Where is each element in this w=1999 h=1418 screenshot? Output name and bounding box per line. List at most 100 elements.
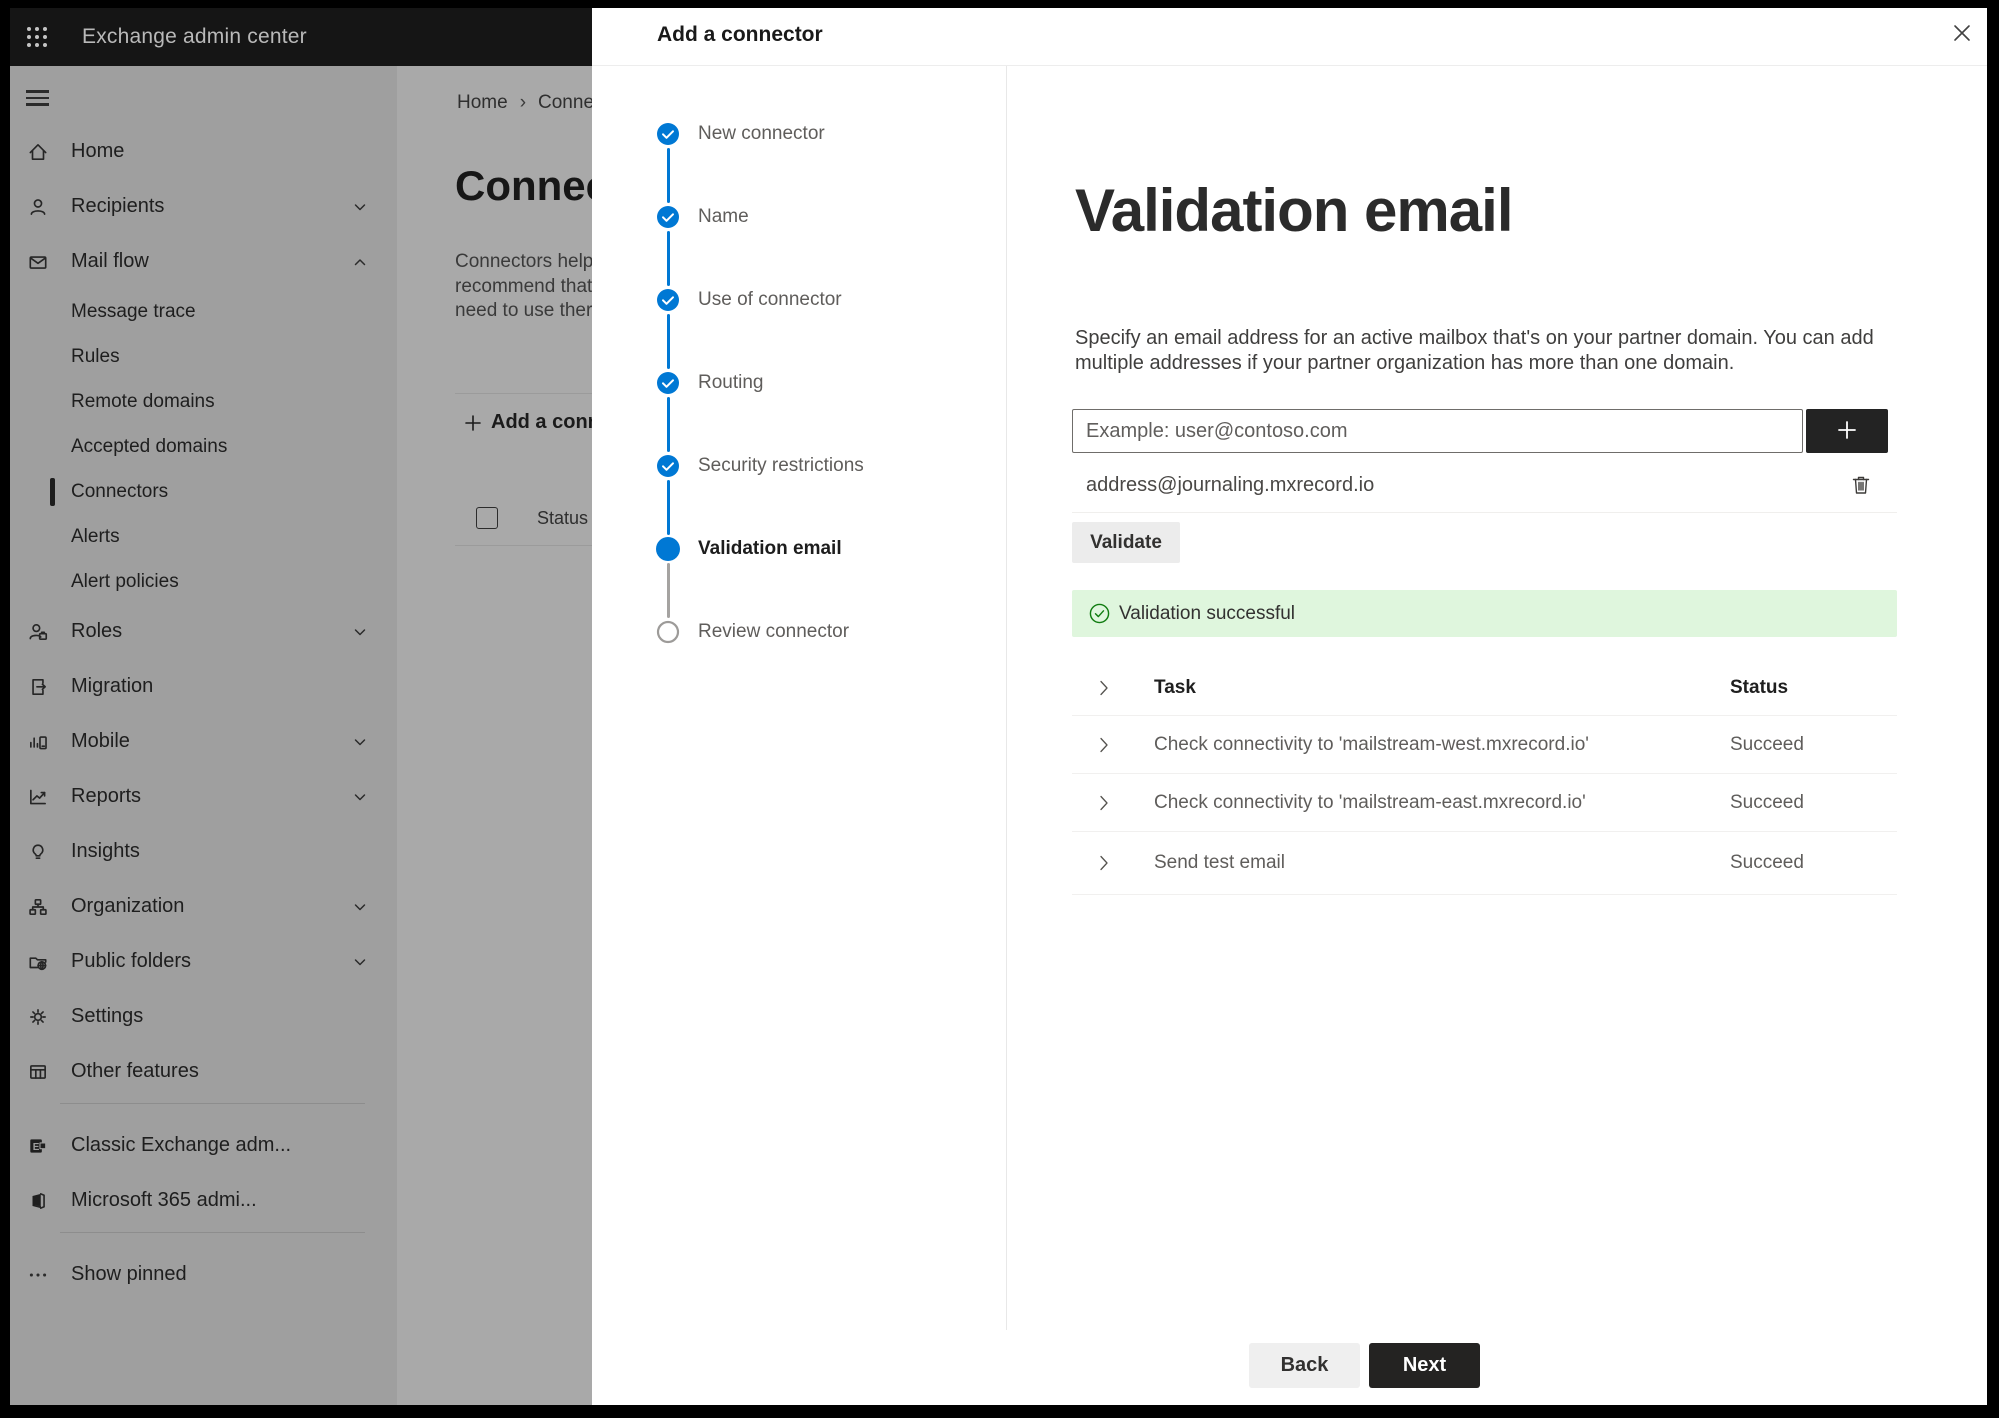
task-cell: Check connectivity to 'mailstream-west.m… <box>1154 733 1589 755</box>
plus-icon <box>465 414 481 431</box>
sidebar-divider <box>60 1103 365 1104</box>
stepper-connector-line <box>666 148 670 203</box>
page-description-line: need to use ther <box>455 300 593 321</box>
step-description: Specify an email address for an active m… <box>1075 327 1874 374</box>
divider <box>455 545 602 546</box>
sidebar-item-remote-domains[interactable]: Remote domains <box>10 379 397 424</box>
trash-icon[interactable] <box>1849 473 1873 497</box>
sidebar-nav: Home Recipients Mail flow Message trace Rule… <box>10 124 397 1302</box>
public-folders-icon <box>29 956 47 970</box>
expand-chevron-icon[interactable] <box>1093 792 1115 814</box>
sidebar-item-label: Mobile <box>71 730 130 752</box>
sidebar-item-other-features[interactable]: Other features <box>10 1044 397 1099</box>
step-complete-icon <box>657 123 679 145</box>
sidebar-item-migration[interactable]: Migration <box>10 659 397 714</box>
add-address-button[interactable] <box>1806 409 1888 453</box>
home-icon <box>29 143 47 160</box>
step-complete-icon <box>657 206 679 228</box>
chevron-down-icon <box>354 738 366 745</box>
chevron-down-icon <box>354 903 366 910</box>
dialog-header: Add a connector <box>592 8 1987 66</box>
stepper-connector-line <box>666 397 670 452</box>
step-label: Use of connector <box>698 289 842 310</box>
sidebar-item-insights[interactable]: Insights <box>10 824 397 879</box>
background-page: Home › Conne Connect Connectors help recomm… <box>397 66 602 1405</box>
sidebar-item-home[interactable]: Home <box>10 124 397 179</box>
sidebar-item-public-folders[interactable]: Public folders <box>10 934 397 989</box>
validate-button[interactable]: Validate <box>1072 522 1180 563</box>
sidebar-item-label: Rules <box>71 345 120 367</box>
sidebar-item-label: Accepted domains <box>71 435 228 457</box>
sidebar-item-mobile[interactable]: Mobile <box>10 714 397 769</box>
chevron-down-icon <box>354 793 366 800</box>
person-icon <box>30 198 46 215</box>
sidebar-item-alerts[interactable]: Alerts <box>10 514 397 559</box>
breadcrumb-home[interactable]: Home <box>457 92 508 113</box>
sidebar-item-show-pinned[interactable]: Show pinned <box>10 1247 397 1302</box>
back-button[interactable]: Back <box>1249 1343 1360 1388</box>
step-label: Routing <box>698 372 764 393</box>
sidebar-item-classic-exchange-adm[interactable]: E Classic Exchange adm... <box>10 1118 397 1173</box>
step-label: Security restrictions <box>698 455 864 476</box>
sidebar-item-rules[interactable]: Rules <box>10 334 397 379</box>
sidebar-divider <box>60 1232 365 1233</box>
sidebar-item-connectors[interactable]: Connectors <box>10 469 397 514</box>
hamburger-menu-icon[interactable] <box>26 90 49 106</box>
sidebar-item-recipients[interactable]: Recipients <box>10 179 397 234</box>
status-cell: Succeed <box>1730 791 1804 813</box>
expand-chevron-icon[interactable] <box>1093 734 1115 756</box>
breadcrumb: Home › Conne <box>457 92 594 114</box>
sidebar-item-label: Classic Exchange adm... <box>71 1134 292 1156</box>
success-check-icon <box>1089 603 1110 624</box>
sidebar-item-label: Insights <box>71 840 140 862</box>
status-column-header: Status <box>537 508 589 528</box>
sidebar-item-label: Connectors <box>71 480 169 502</box>
sidebar-item-alert-policies[interactable]: Alert policies <box>10 559 397 604</box>
divider <box>455 393 602 394</box>
task-cell: Check connectivity to 'mailstream-east.m… <box>1154 791 1586 813</box>
select-all-checkbox[interactable] <box>476 507 498 529</box>
sidebar: Home Recipients Mail flow Message trace Rule… <box>10 66 397 1405</box>
task-cell: Send test email <box>1154 852 1285 873</box>
close-icon[interactable] <box>1949 20 1975 46</box>
sidebar-item-message-trace[interactable]: Message trace <box>10 289 397 334</box>
selected-indicator <box>50 477 55 506</box>
m365-icon <box>32 1192 45 1209</box>
sidebar-item-settings[interactable]: Settings <box>10 989 397 1044</box>
sidebar-item-label: Alerts <box>71 525 120 547</box>
sidebar-item-roles[interactable]: Roles <box>10 604 397 659</box>
task-row[interactable]: Check connectivity to 'mailstream-west.m… <box>1072 716 1897 774</box>
mobile-icon <box>30 735 47 749</box>
page-description-line: Connectors help <box>455 251 594 272</box>
sidebar-item-label: Reports <box>71 785 142 807</box>
step-complete-icon <box>657 289 679 311</box>
add-connector-button[interactable]: Add a conn <box>463 411 600 434</box>
sidebar-item-reports[interactable]: Reports <box>10 769 397 824</box>
task-row[interactable]: Send test email Succeed <box>1072 832 1897 895</box>
sidebar-item-label: Microsoft 365 admi... <box>71 1189 257 1211</box>
status-column-header: Status <box>1730 676 1789 698</box>
sidebar-item-label: Other features <box>71 1060 199 1082</box>
sidebar-item-mail-flow[interactable]: Mail flow <box>10 234 397 289</box>
organization-icon <box>29 898 47 915</box>
expand-chevron-icon[interactable] <box>1093 677 1115 699</box>
mail-icon <box>29 255 47 269</box>
stepper-divider <box>1006 66 1007 1330</box>
success-banner-text: Validation successful <box>1119 603 1296 624</box>
sidebar-item-microsoft-365-admi[interactable]: Microsoft 365 admi... <box>10 1173 397 1228</box>
app-launcher-icon[interactable] <box>25 25 49 49</box>
stepper-connector-line <box>666 480 670 535</box>
sidebar-item-label: Show pinned <box>71 1263 187 1285</box>
address-list-item: address@journaling.mxrecord.io <box>1072 457 1897 513</box>
expand-chevron-icon[interactable] <box>1093 852 1115 874</box>
step-upcoming-icon <box>656 620 680 644</box>
next-button[interactable]: Next <box>1369 1343 1480 1388</box>
task-row[interactable]: Check connectivity to 'mailstream-east.m… <box>1072 774 1897 832</box>
other-features-icon <box>30 1064 46 1079</box>
sidebar-item-organization[interactable]: Organization <box>10 879 397 934</box>
chevron-down-icon <box>354 958 366 965</box>
email-address-input[interactable] <box>1072 409 1803 453</box>
app-title: Exchange admin center <box>82 25 307 48</box>
step-label: Review connector <box>698 621 850 642</box>
sidebar-item-accepted-domains[interactable]: Accepted domains <box>10 424 397 469</box>
